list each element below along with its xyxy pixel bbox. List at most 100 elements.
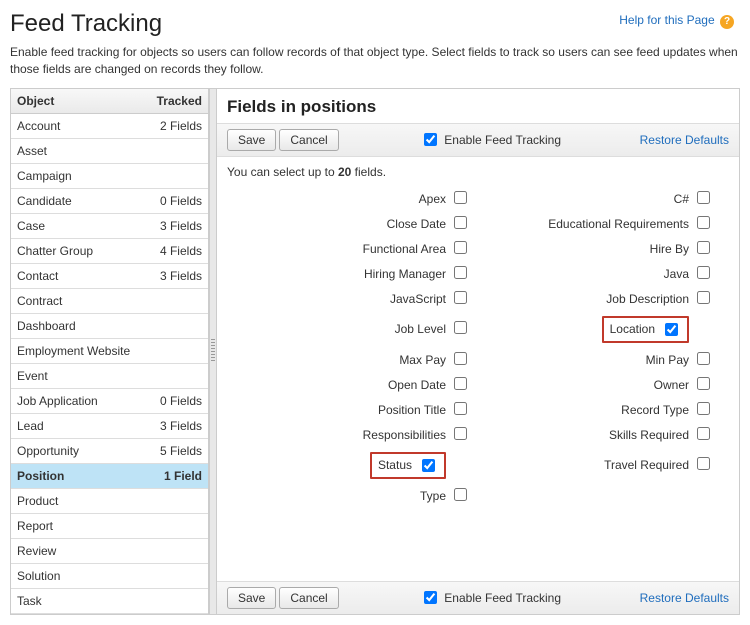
field-label: Max Pay	[235, 353, 454, 367]
field-label: Functional Area	[235, 242, 454, 256]
object-tracked: 2 Fields	[146, 113, 208, 138]
field-checkbox[interactable]	[454, 402, 467, 415]
restore-defaults-link-bottom[interactable]: Restore Defaults	[640, 591, 729, 605]
field-checkbox[interactable]	[422, 459, 435, 472]
object-row[interactable]: Asset	[11, 138, 208, 163]
object-row[interactable]: Campaign	[11, 163, 208, 188]
restore-defaults-link[interactable]: Restore Defaults	[640, 133, 729, 147]
field-checkbox[interactable]	[454, 191, 467, 204]
object-list-panel: Object Tracked Account2 FieldsAssetCampa…	[11, 89, 209, 614]
save-button-bottom[interactable]: Save	[227, 587, 276, 609]
field-checkbox[interactable]	[697, 402, 710, 415]
field-checkbox[interactable]	[665, 323, 678, 336]
select-note-count: 20	[338, 165, 351, 179]
object-tracked: 1 Field	[146, 463, 208, 488]
field-checkbox[interactable]	[697, 266, 710, 279]
field-checkbox[interactable]	[697, 352, 710, 365]
field-checkbox[interactable]	[454, 427, 467, 440]
enable-feed-tracking-label: Enable Feed Tracking	[444, 133, 561, 147]
object-name: Opportunity	[11, 438, 146, 463]
highlight-box: Location	[602, 316, 689, 343]
field-checkbox[interactable]	[697, 291, 710, 304]
field-checkbox[interactable]	[454, 321, 467, 334]
object-name: Report	[11, 513, 146, 538]
object-tracked: 0 Fields	[146, 388, 208, 413]
field-checkbox[interactable]	[697, 191, 710, 204]
field-label: C#	[478, 192, 697, 206]
object-name: Chatter Group	[11, 238, 146, 263]
select-note-suffix: fields.	[351, 165, 386, 179]
object-tracked	[146, 313, 208, 338]
field-checkbox[interactable]	[697, 216, 710, 229]
object-name: Lead	[11, 413, 146, 438]
help-icon: ?	[720, 15, 734, 29]
tracked-col-header[interactable]: Tracked	[146, 89, 208, 114]
object-tracked	[146, 588, 208, 613]
object-row[interactable]: Contract	[11, 288, 208, 313]
fields-panel: Fields in positions Save Cancel Enable F…	[217, 89, 739, 614]
object-tracked	[146, 563, 208, 588]
field-checkbox[interactable]	[454, 216, 467, 229]
help-link[interactable]: Help for this Page ?	[619, 13, 734, 29]
object-row[interactable]: Job Application0 Fields	[11, 388, 208, 413]
object-name: Product	[11, 488, 146, 513]
field-checkbox[interactable]	[454, 488, 467, 501]
splitter-handle[interactable]	[209, 89, 217, 614]
field-label: Position Title	[235, 403, 454, 417]
object-tracked: 4 Fields	[146, 238, 208, 263]
object-row[interactable]: Account2 Fields	[11, 113, 208, 138]
object-row[interactable]: Employment Website	[11, 338, 208, 363]
object-tracked	[146, 138, 208, 163]
object-name: Case	[11, 213, 146, 238]
object-row[interactable]: Position1 Field	[11, 463, 208, 488]
object-name: Contact	[11, 263, 146, 288]
field-checkbox[interactable]	[697, 457, 710, 470]
object-row[interactable]: Chatter Group4 Fields	[11, 238, 208, 263]
enable-feed-tracking-checkbox-bottom[interactable]	[424, 591, 437, 604]
object-row[interactable]: Candidate0 Fields	[11, 188, 208, 213]
object-row[interactable]: Task	[11, 588, 208, 613]
field-checkbox[interactable]	[454, 352, 467, 365]
field-checkbox[interactable]	[697, 427, 710, 440]
object-row[interactable]: Contact3 Fields	[11, 263, 208, 288]
field-label: Open Date	[235, 378, 454, 392]
field-label: Job Level	[235, 322, 454, 336]
field-checkbox[interactable]	[454, 266, 467, 279]
field-checkbox[interactable]	[454, 291, 467, 304]
save-button[interactable]: Save	[227, 129, 276, 151]
field-label: Skills Required	[478, 428, 697, 442]
help-link-text: Help for this Page	[619, 13, 714, 27]
object-tracked	[146, 513, 208, 538]
object-row[interactable]: Case3 Fields	[11, 213, 208, 238]
field-checkbox[interactable]	[454, 377, 467, 390]
object-name: Campaign	[11, 163, 146, 188]
enable-feed-tracking-checkbox[interactable]	[424, 133, 437, 146]
field-checkbox[interactable]	[697, 241, 710, 254]
field-label: Apex	[235, 192, 454, 206]
object-col-header[interactable]: Object	[11, 89, 146, 114]
object-name: Employment Website	[11, 338, 146, 363]
cancel-button-bottom[interactable]: Cancel	[279, 587, 338, 609]
field-checkbox[interactable]	[454, 241, 467, 254]
object-table: Object Tracked Account2 FieldsAssetCampa…	[11, 89, 208, 614]
object-row[interactable]: Lead3 Fields	[11, 413, 208, 438]
field-label: Travel Required	[478, 458, 697, 472]
object-row[interactable]: Dashboard	[11, 313, 208, 338]
highlight-box: Status	[370, 452, 446, 479]
object-row[interactable]: Solution	[11, 563, 208, 588]
panel-title: Fields in positions	[217, 89, 739, 123]
object-row[interactable]: Product	[11, 488, 208, 513]
object-row[interactable]: Report	[11, 513, 208, 538]
object-row[interactable]: Opportunity5 Fields	[11, 438, 208, 463]
enable-feed-tracking-label-bottom: Enable Feed Tracking	[444, 591, 561, 605]
field-checkbox[interactable]	[697, 377, 710, 390]
field-label: Hiring Manager	[235, 267, 454, 281]
object-tracked: 3 Fields	[146, 263, 208, 288]
object-row[interactable]: Event	[11, 363, 208, 388]
object-tracked: 5 Fields	[146, 438, 208, 463]
object-tracked	[146, 488, 208, 513]
field-label: Min Pay	[478, 353, 697, 367]
field-label: Hire By	[478, 242, 697, 256]
object-row[interactable]: Review	[11, 538, 208, 563]
cancel-button[interactable]: Cancel	[279, 129, 338, 151]
